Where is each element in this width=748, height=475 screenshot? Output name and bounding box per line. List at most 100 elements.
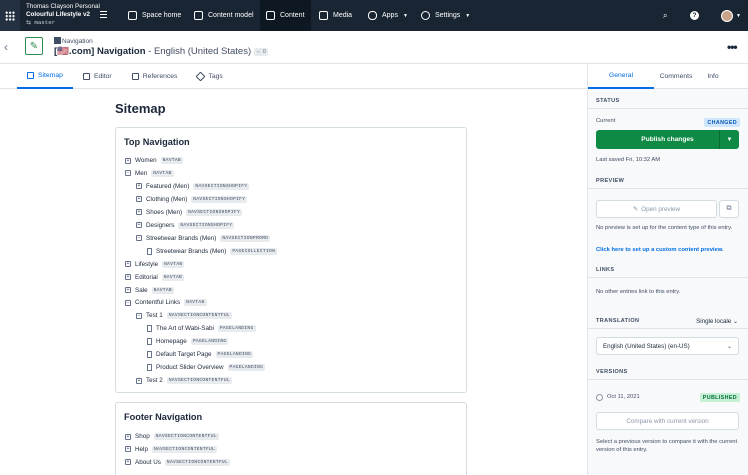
expand-icon[interactable]: + bbox=[136, 196, 142, 203]
tree-node-label: About Us bbox=[135, 458, 161, 466]
document-icon bbox=[147, 351, 152, 359]
help-button[interactable]: ? bbox=[690, 0, 699, 31]
tree-node[interactable]: + Lifestyle NAVTAB bbox=[125, 260, 185, 268]
copy-icon: ⧉ bbox=[726, 205, 732, 212]
tree-node-label: Homepage bbox=[156, 338, 187, 346]
tag-icon bbox=[196, 71, 206, 82]
divider bbox=[588, 188, 748, 189]
tree-node[interactable]: + Designers NAVSECTIONSHOPIFY bbox=[136, 221, 235, 229]
collapse-icon[interactable]: − bbox=[136, 312, 142, 319]
tree-node[interactable]: Default Target Page PAGELANDING bbox=[147, 351, 254, 359]
tree-node-label: Streetwear Brands (Men) bbox=[156, 247, 227, 255]
locale-select[interactable]: English (United States) (en-US) ⌄ bbox=[596, 337, 739, 355]
tree-node[interactable]: + Women NAVTAB bbox=[125, 157, 183, 164]
copy-preview-button[interactable]: ⧉ bbox=[719, 200, 739, 218]
version-date: Oct 11, 2021 bbox=[607, 394, 640, 400]
tree-node[interactable]: − Streetwear Brands (Men) NAVSECTIONPROMO bbox=[136, 234, 271, 242]
nav-settings[interactable]: Settings ▼ bbox=[415, 0, 476, 31]
locale-mode-select[interactable]: Single locale ⌄ bbox=[696, 318, 738, 325]
tab-sitemap[interactable]: Sitemap bbox=[17, 64, 73, 89]
grid-icon bbox=[5, 10, 15, 21]
tab-editor[interactable]: Editor bbox=[73, 64, 122, 89]
version-radio[interactable] bbox=[596, 394, 603, 401]
environment-label: ⇆ master bbox=[26, 19, 56, 26]
nav-media[interactable]: Media bbox=[313, 0, 358, 31]
publish-changes-button[interactable]: Publish changes ▼ bbox=[596, 130, 739, 149]
expand-icon[interactable]: + bbox=[136, 183, 142, 190]
tree-node[interactable]: Product Slider Overview PAGELANDING bbox=[147, 364, 266, 372]
more-actions-button[interactable]: ••• bbox=[727, 40, 738, 54]
collapse-icon[interactable]: − bbox=[125, 299, 131, 306]
app-switcher-button[interactable] bbox=[0, 0, 20, 31]
expand-icon[interactable]: + bbox=[125, 287, 131, 293]
expand-icon[interactable]: + bbox=[125, 446, 131, 453]
expand-icon[interactable]: + bbox=[125, 433, 131, 440]
tree-node[interactable]: + Help NAVSECTIONCONTENTFUL bbox=[125, 445, 218, 453]
divider bbox=[588, 328, 748, 329]
tab-references[interactable]: References bbox=[122, 64, 188, 89]
tree-node-label: Men bbox=[135, 169, 148, 177]
expand-icon[interactable]: + bbox=[125, 459, 131, 466]
tree-node[interactable]: + Editorial NAVTAB bbox=[125, 273, 185, 281]
tree-node-label: The Art of Wabi-Sabi bbox=[156, 325, 214, 333]
back-button[interactable]: ‹ bbox=[4, 40, 8, 54]
tree-node-label: Help bbox=[135, 445, 148, 453]
collapse-icon[interactable]: − bbox=[136, 235, 142, 242]
setup-preview-link[interactable]: Click here to set up a custom content pr… bbox=[596, 247, 724, 253]
sidebar-tab-info[interactable]: Info bbox=[698, 64, 728, 89]
tree-node[interactable]: Streetwear Brands (Men) PAGECOLLECTION bbox=[147, 247, 278, 255]
nav-content-model[interactable]: Content model bbox=[188, 0, 260, 31]
expand-icon[interactable]: + bbox=[125, 157, 131, 164]
tree-node[interactable]: − Contentful Links NAVTAB bbox=[125, 299, 207, 307]
tree-node[interactable]: Homepage PAGELANDING bbox=[147, 338, 229, 346]
preview-heading: PREVIEW bbox=[596, 178, 625, 184]
tree-node[interactable]: + Test 2 NAVSECTIONCONTENTFUL bbox=[136, 377, 232, 385]
divider bbox=[588, 277, 748, 278]
expand-icon[interactable]: + bbox=[125, 274, 131, 281]
search-button[interactable]: ⌕ bbox=[663, 0, 667, 31]
status-badge: CHANGED bbox=[704, 118, 740, 127]
tree-node[interactable]: − Test 1 NAVSECTIONCONTENTFUL bbox=[136, 312, 232, 320]
tree-node-label: Product Slider Overview bbox=[156, 364, 224, 372]
content-type-label: Navigation bbox=[54, 37, 93, 45]
expand-icon[interactable]: + bbox=[136, 209, 142, 216]
sidebar-tab-comments[interactable]: Comments bbox=[654, 64, 698, 89]
nav-space-home[interactable]: Space home bbox=[122, 0, 187, 31]
tree-node[interactable]: − Men NAVTAB bbox=[125, 169, 174, 177]
chevron-down-icon: ▼ bbox=[726, 136, 733, 143]
cube-icon bbox=[194, 11, 203, 20]
tab-tags[interactable]: Tags bbox=[187, 64, 232, 89]
tree-node-label: Test 2 bbox=[146, 377, 163, 385]
tree-node[interactable]: + Featured (Men) NAVSECTIONSHOPIFY bbox=[136, 182, 250, 190]
tree-node[interactable]: + Shoes (Men) NAVSECTIONSHOPIFY bbox=[136, 208, 243, 216]
entry-edit-icon: ✎ bbox=[25, 37, 43, 55]
tree-node[interactable]: + Shop NAVSECTIONCONTENTFUL bbox=[125, 433, 219, 440]
menu-icon[interactable] bbox=[100, 11, 107, 18]
preview-note: No preview is set up for the content typ… bbox=[596, 225, 733, 231]
entry-title: [🇺🇸.com] Navigation - English (United St… bbox=[54, 46, 268, 57]
expand-icon[interactable]: + bbox=[125, 261, 131, 268]
content-type-tag: NAVSECTIONSHOPIFY bbox=[193, 182, 250, 190]
nav-apps[interactable]: Apps ▼ bbox=[362, 0, 414, 31]
sidebar-tab-general[interactable]: General bbox=[588, 64, 654, 89]
document-icon bbox=[147, 325, 152, 333]
content-type-tag: NAVSECTIONSHOPIFY bbox=[178, 221, 235, 229]
tree-node[interactable]: + Sale NAVTAB bbox=[125, 286, 174, 294]
open-preview-button[interactable]: ✎ Open preview bbox=[596, 200, 717, 218]
caret-down-icon: ▼ bbox=[402, 12, 408, 19]
nav-content[interactable]: Content bbox=[260, 0, 311, 31]
compare-versions-button[interactable]: Compare with current version bbox=[596, 412, 739, 430]
content-type-tag: NAVSECTIONCONTENTFUL bbox=[166, 312, 232, 320]
expand-icon[interactable]: + bbox=[136, 377, 142, 384]
expand-icon[interactable]: + bbox=[136, 222, 142, 229]
account-menu[interactable]: ▼ bbox=[721, 0, 741, 31]
content-type-tag: NAVTAB bbox=[161, 273, 185, 281]
chevron-down-icon: ⌄ bbox=[732, 319, 738, 325]
content-type-tag: PAGELANDING bbox=[217, 325, 256, 333]
tree-node[interactable]: + About Us NAVSECTIONCONTENTFUL bbox=[125, 458, 231, 466]
tree-node[interactable]: The Art of Wabi-Sabi PAGELANDING bbox=[147, 325, 256, 333]
tree-node[interactable]: + Clothing (Men) NAVSECTIONSHOPIFY bbox=[136, 195, 248, 203]
publish-options-button[interactable]: ▼ bbox=[719, 130, 739, 149]
tree-node-label: Shop bbox=[135, 433, 150, 440]
collapse-icon[interactable]: − bbox=[125, 170, 131, 177]
